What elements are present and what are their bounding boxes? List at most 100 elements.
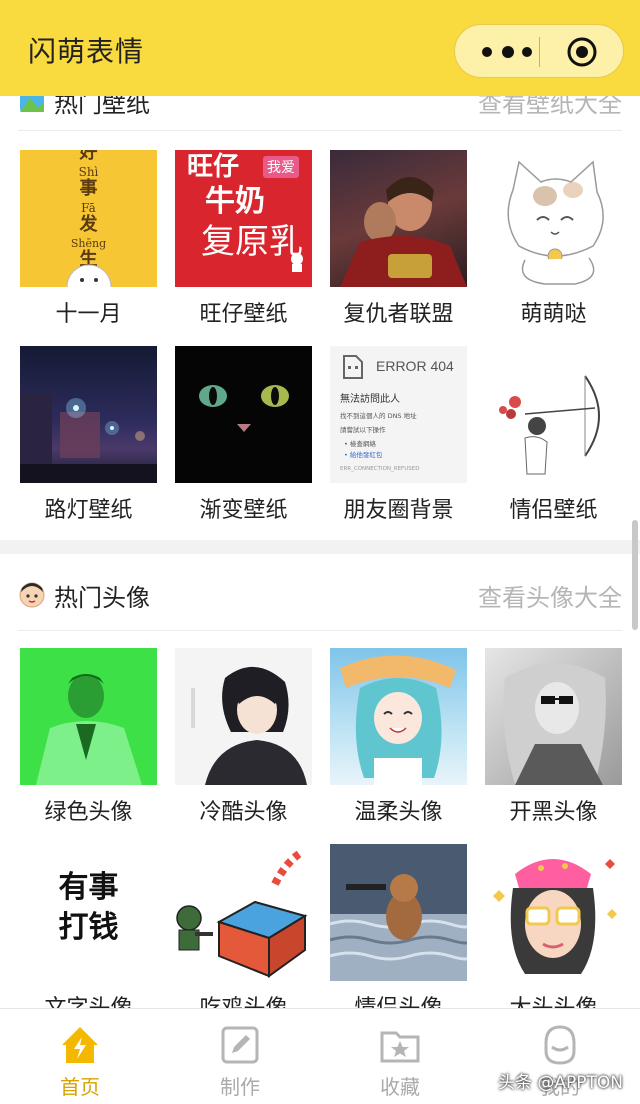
wallpaper-tile-cute[interactable]: 萌萌哒 [485, 150, 622, 327]
wallpaper-caption: 复仇者联盟 [343, 302, 454, 327]
more-dots-icon [482, 47, 492, 57]
wallpaper-tile-gradient[interactable]: 渐变壁纸 [175, 346, 312, 523]
close-miniprogram-icon[interactable] [566, 36, 598, 68]
error-code: ERR_CONNECTION_REFUSED [340, 466, 420, 472]
avatar-tile-bighead[interactable]: 大头头像 [485, 844, 622, 1021]
avatar-tile-couple[interactable]: 情侣头像 [330, 844, 467, 1021]
wallpaper-caption: 情侣壁纸 [509, 498, 598, 523]
avatar-thumb [330, 844, 467, 981]
wallpaper-caption: 路灯壁纸 [44, 498, 133, 523]
wallpaper-thumb [330, 150, 467, 287]
tab-create[interactable]: 制作 [160, 1009, 320, 1104]
archer-illustration [499, 375, 600, 475]
wallpaper-caption: 渐变壁纸 [199, 498, 288, 523]
wallpaper-caption: 朋友圈背景 [343, 498, 454, 523]
avatar-tile-pubg[interactable]: 吃鸡头像 [175, 844, 312, 1021]
wallpaper-tile-couple[interactable]: 情侣壁纸 [485, 346, 622, 523]
wallpaper-tile-wangzai[interactable]: 旺仔 我爱 牛奶 复原乳 旺仔壁纸 [175, 150, 312, 327]
error-text: 請嘗試以下操作 [340, 426, 386, 434]
tab-home[interactable]: 首页 [0, 1009, 160, 1104]
avatar-thumb [20, 648, 157, 785]
anime-boy-illustration [191, 666, 307, 785]
avatar-text-line: 打钱 [58, 910, 119, 945]
poster-char: 好 [79, 150, 98, 163]
poster-char: 事 [79, 178, 98, 199]
wallpaper-thumb [175, 346, 312, 483]
error-text: • 檢查網絡 [344, 440, 376, 448]
wallpaper-caption: 旺仔壁纸 [199, 302, 288, 327]
tab-label: 制作 [220, 1075, 260, 1099]
avatar-tile-cool[interactable]: 冷酷头像 [175, 648, 312, 825]
tab-label: 收藏 [380, 1075, 420, 1099]
error-text: 找不到這個人的 DNS 地址 [340, 412, 417, 420]
avatar-tile-gaming[interactable]: 开黑头像 [485, 648, 622, 825]
avatar-section-header: 热门头像 查看头像大全 [18, 576, 622, 616]
favorite-folder-icon [380, 1031, 420, 1063]
cat-illustration [507, 160, 604, 285]
wallpaper-thumb: ERROR 404 無法訪問此人 找不到這個人的 DNS 地址 請嘗試以下操作 … [330, 346, 467, 483]
edit-icon [221, 1026, 259, 1064]
divider [18, 130, 622, 131]
poster-pinyin: Shì [78, 165, 99, 179]
broken-page-icon [343, 355, 363, 379]
wallpaper-caption: 萌萌哒 [520, 302, 587, 327]
poster-pinyin: Fā [81, 201, 96, 215]
scrollbar[interactable] [632, 520, 638, 630]
avatar-caption: 冷酷头像 [199, 800, 288, 825]
avatar-thumb [330, 648, 467, 785]
poster-char: 发 [79, 214, 98, 235]
wallpaper-thumb [20, 346, 157, 483]
wallpaper-tile-streetlight[interactable]: 路灯壁纸 [20, 346, 157, 523]
wallpaper-tile-november[interactable]: 好 Shì 事 Fā 发 Shēng 生 十一月 [20, 150, 157, 327]
avatar-thumb [175, 648, 312, 785]
more-menu-button[interactable] [482, 42, 532, 62]
street-scene-illustration [20, 394, 157, 483]
divider [18, 630, 622, 631]
user-icon [544, 1025, 576, 1065]
error-heading: ERROR 404 [376, 358, 454, 374]
capsule-divider [539, 37, 540, 67]
top-bar: 闪萌表情 [0, 0, 640, 96]
avatar-thumb [485, 844, 622, 981]
view-all-avatars-link[interactable]: 查看头像大全 [478, 578, 622, 613]
error-text: 無法訪問此人 [340, 394, 400, 405]
wallpaper-thumb: 旺仔 我爱 牛奶 复原乳 [175, 150, 312, 287]
section-gap [0, 540, 640, 554]
avatar-caption: 开黑头像 [509, 800, 598, 825]
avatar-thumb [175, 844, 312, 981]
mini-program-capsule [454, 24, 624, 78]
grayscale-warrior-illustration [503, 663, 606, 785]
mascot-icon [291, 253, 303, 272]
error-text: • 給他發紅包 [344, 451, 383, 459]
anime-girl-illustration [340, 655, 456, 785]
avatar-section-title: 热门头像 [54, 584, 150, 612]
smiley-face-illustration [66, 264, 112, 287]
wallpaper-thumb [485, 150, 622, 287]
avatar-thumb: 有事 打钱 [20, 844, 157, 981]
memoji-illustration [493, 859, 617, 974]
tab-label: 首页 [60, 1075, 100, 1099]
more-dots-icon [502, 46, 514, 58]
avatar-tile-gentle[interactable]: 温柔头像 [330, 648, 467, 825]
heroes-illustration [340, 177, 467, 287]
avatar-section-icon [19, 582, 45, 608]
avatar-tile-text[interactable]: 有事 打钱 文字头像 [20, 844, 157, 1021]
poster-pinyin: Shēng [70, 237, 107, 250]
avatar-tile-green[interactable]: 绿色头像 [20, 648, 157, 825]
green-portrait-illustration [36, 674, 142, 785]
wallpaper-tile-moments[interactable]: ERROR 404 無法訪問此人 找不到這個人的 DNS 地址 請嘗試以下操作 … [330, 346, 467, 523]
tab-favorites[interactable]: 收藏 [320, 1009, 480, 1104]
wallpaper-caption: 十一月 [55, 302, 122, 327]
wallpaper-thumb: 好 Shì 事 Fā 发 Shēng 生 [20, 150, 157, 287]
poster-text: 我爱 [263, 156, 299, 178]
more-dots-icon [522, 47, 532, 57]
avatar-caption: 温柔头像 [354, 800, 443, 825]
main-content: 热门壁纸 查看壁纸大全 好 Shì 事 Fā 发 Shēng 生 十一月 旺仔 … [0, 0, 640, 1103]
avatar-text-line: 有事 [58, 870, 119, 905]
avatar-thumb [485, 648, 622, 785]
app-title: 闪萌表情 [28, 35, 145, 68]
watermark: 头条 @APPTON [498, 1073, 624, 1093]
wallpaper-thumb [485, 346, 622, 483]
wallpaper-tile-avengers[interactable]: 复仇者联盟 [330, 150, 467, 327]
avatar-caption: 绿色头像 [44, 800, 133, 825]
